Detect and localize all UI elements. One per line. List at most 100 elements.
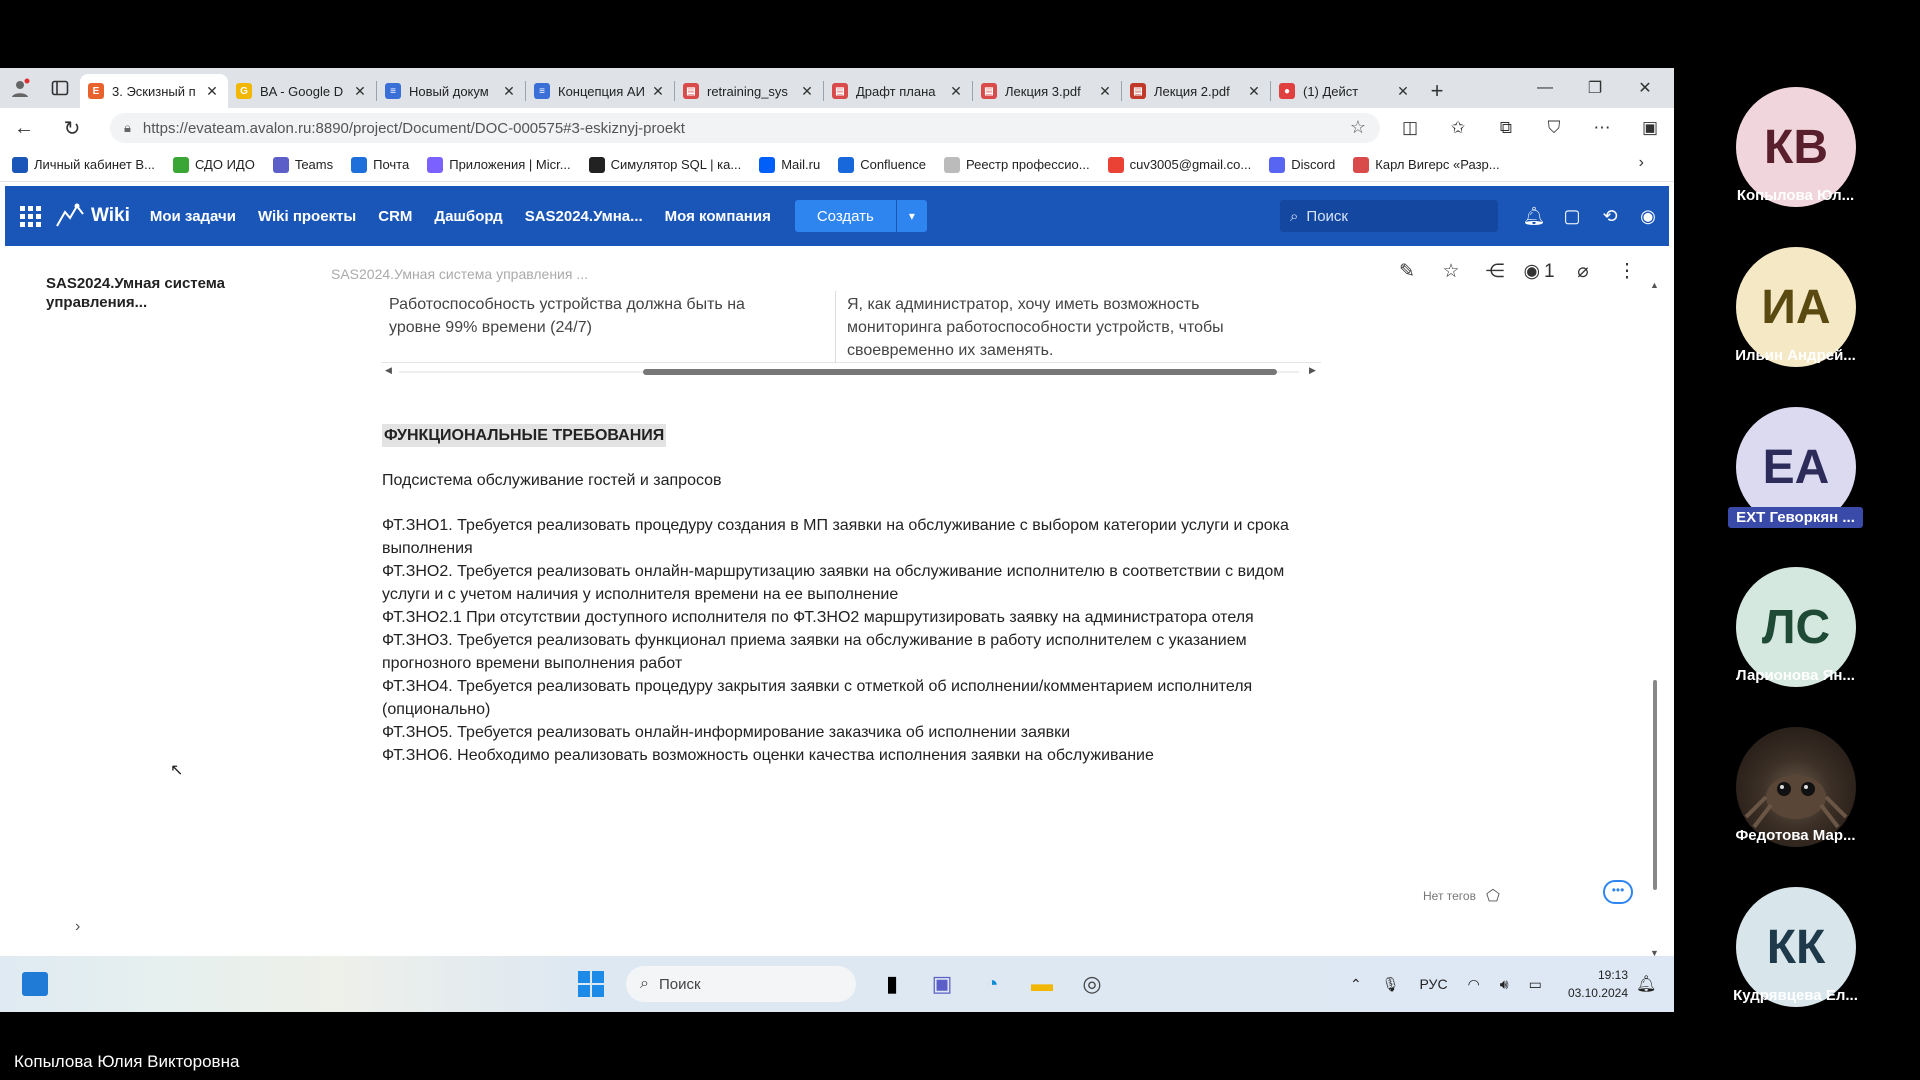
browser-tab[interactable]: ≡ Новый докум ✕ <box>377 74 525 108</box>
more-menu-icon[interactable]: ⋯ <box>1578 118 1626 138</box>
browser-tab[interactable]: G BA - Google D ✕ <box>228 74 376 108</box>
start-icon[interactable] <box>578 971 604 997</box>
participant-tile[interactable]: КВ Копылова Юл... <box>1700 75 1920 235</box>
wiki-logo[interactable]: Wiki <box>55 202 130 230</box>
notifications-icon[interactable]: 🔔︎ <box>1636 974 1656 994</box>
bookmark-item[interactable]: Личный кабинет В... <box>12 156 155 173</box>
nav-link[interactable]: Мои задачи <box>150 208 236 225</box>
bookmark-item[interactable]: Teams <box>272 156 333 173</box>
comments-icon[interactable]: ••• <box>1603 880 1633 904</box>
restore-icon[interactable]: ❐ <box>1570 68 1620 108</box>
taskbar-search-input[interactable]: ⌕ Поиск <box>626 966 856 1002</box>
task-view-icon[interactable]: ▮ <box>872 964 912 1004</box>
tags-area[interactable]: Нет тегов ⬠ <box>1423 886 1500 906</box>
edge-icon[interactable]: ◔ <box>972 964 1012 1004</box>
participant-tile[interactable]: ЕА EXT Геворкян ... <box>1700 395 1920 555</box>
bookmarks-more-icon[interactable]: › <box>1639 154 1644 172</box>
tab-close-icon[interactable]: ✕ <box>204 83 220 100</box>
bookmark-item[interactable]: Реестр профессио... <box>943 156 1090 173</box>
bookmark-item[interactable]: Приложения | Micr... <box>427 156 571 173</box>
bookmark-item[interactable]: Карл Вигерс «Разр... <box>1353 156 1500 173</box>
new-tab-button[interactable]: + <box>1419 74 1455 108</box>
browser-tab[interactable]: ▤ Лекция 2.pdf ✕ <box>1122 74 1270 108</box>
bookmark-item[interactable]: СДО ИДО <box>172 156 255 173</box>
bookmark-item[interactable]: Почта <box>351 156 409 173</box>
participant-tile[interactable]: ИА Ильин Андрей... <box>1700 235 1920 395</box>
collections-icon[interactable]: ⧉ <box>1482 118 1530 138</box>
extensions-icon[interactable]: ⛉ <box>1530 118 1578 138</box>
nav-link[interactable]: Wiki проекты <box>258 208 356 225</box>
back-icon[interactable]: ← <box>0 108 48 148</box>
share-icon[interactable]: ⋲ <box>1473 260 1517 283</box>
reload-icon[interactable]: ↻ <box>48 108 96 148</box>
attachment-icon[interactable]: ⌀ <box>1561 260 1605 283</box>
page-vertical-scrollbar[interactable]: ▲ ▼ <box>1649 280 1661 960</box>
bookmark-item[interactable]: Confluence <box>838 156 926 173</box>
volume-icon[interactable]: 🔊︎ <box>1500 976 1509 993</box>
header-search-input[interactable]: ⌕ Поиск <box>1280 200 1498 232</box>
wifi-icon[interactable]: ◠ <box>1468 976 1480 993</box>
microphone-icon[interactable]: 🎙︎ <box>1382 976 1400 993</box>
tab-close-icon[interactable]: ✕ <box>352 83 368 100</box>
participant-tile[interactable]: ЛС Ларионова Ян... <box>1700 555 1920 715</box>
project-sidebar-title[interactable]: SAS2024.Умная система управления... <box>46 274 246 312</box>
scroll-up-icon[interactable]: ▲ <box>1650 280 1659 290</box>
widgets-icon[interactable] <box>22 972 48 996</box>
nav-link[interactable]: SAS2024.Умна... <box>525 208 643 225</box>
tab-close-icon[interactable]: ✕ <box>1097 83 1113 100</box>
teams-icon[interactable]: ▣ <box>922 964 962 1004</box>
favorite-star-icon[interactable]: ☆ <box>1350 117 1366 138</box>
profile-icon[interactable] <box>0 68 40 108</box>
scroll-thumb[interactable] <box>1653 680 1657 890</box>
breadcrumb[interactable]: SAS2024.Умная система управления ... <box>331 266 588 282</box>
bookmark-item[interactable]: Симулятор SQL | ка... <box>588 156 741 173</box>
browser-tab[interactable]: ▤ Драфт плана ✕ <box>824 74 972 108</box>
notifications-icon[interactable]: 🔔︎ <box>1515 206 1553 227</box>
app-launcher-icon[interactable] <box>5 205 55 227</box>
tab-close-icon[interactable]: ✕ <box>948 83 964 100</box>
tab-close-icon[interactable]: ✕ <box>799 83 815 100</box>
chrome-icon[interactable]: ◎ <box>1072 964 1112 1004</box>
nav-link[interactable]: Дашборд <box>434 208 502 225</box>
bookmark-item[interactable]: Mail.ru <box>759 156 820 173</box>
kebab-menu-icon[interactable]: ⋮ <box>1605 260 1649 283</box>
browser-tab[interactable]: ▤ retraining_sys ✕ <box>675 74 823 108</box>
tab-close-icon[interactable]: ✕ <box>650 83 666 100</box>
history-icon[interactable]: ⟲ <box>1591 206 1629 227</box>
minimize-icon[interactable]: — <box>1520 68 1570 108</box>
nav-link[interactable]: CRM <box>378 208 412 225</box>
file-explorer-icon[interactable]: ▬ <box>1022 964 1062 1004</box>
create-button[interactable]: Создать ▾ <box>794 200 927 232</box>
browser-tab[interactable]: ▤ Лекция 3.pdf ✕ <box>973 74 1121 108</box>
favorites-icon[interactable]: ✩ <box>1434 118 1482 138</box>
bookmark-item[interactable]: cuv3005@gmail.co... <box>1107 156 1251 173</box>
browser-tab[interactable]: ≡ Концепция АИ ✕ <box>526 74 674 108</box>
tab-close-icon[interactable]: ✕ <box>501 83 517 100</box>
tag-icon[interactable]: ⬠ <box>1486 886 1500 906</box>
scroll-left-icon[interactable]: ◀ <box>385 365 392 376</box>
notes-icon[interactable]: ▢ <box>1553 206 1591 227</box>
url-field[interactable]: 🔒︎ https://evateam.avalon.ru:8890/projec… <box>110 113 1380 143</box>
browser-tab[interactable]: ● (1) Дейст ✕ <box>1271 74 1419 108</box>
battery-icon[interactable]: ▭ <box>1529 976 1542 993</box>
edit-icon[interactable]: ✎ <box>1385 260 1429 283</box>
close-window-icon[interactable]: ✕ <box>1620 68 1670 108</box>
participant-tile[interactable]: Федотова Мар... <box>1700 715 1920 875</box>
split-screen-icon[interactable]: ◫ <box>1386 118 1434 138</box>
language-indicator[interactable]: РУС <box>1420 976 1448 992</box>
sidebar-toggle-icon[interactable]: ▣ <box>1626 118 1674 138</box>
participant-tile[interactable]: КК Кудрявцева Ел... <box>1700 875 1920 1035</box>
bookmark-item[interactable]: Discord <box>1269 156 1335 173</box>
browser-tab[interactable]: E 3. Эскизный п ✕ <box>80 74 228 108</box>
sidebar-expand-icon[interactable]: › <box>75 918 80 936</box>
chevron-down-icon[interactable]: ▾ <box>897 209 927 223</box>
tab-close-icon[interactable]: ✕ <box>1246 83 1262 100</box>
scroll-thumb[interactable] <box>643 369 1277 375</box>
scroll-right-icon[interactable]: ▶ <box>1309 365 1316 376</box>
star-icon[interactable]: ☆ <box>1429 260 1473 283</box>
tab-actions-icon[interactable] <box>40 68 80 108</box>
user-avatar-icon[interactable]: ◉ <box>1629 206 1667 227</box>
table-horizontal-scrollbar[interactable]: ◀ ▶ <box>381 365 1321 377</box>
nav-link[interactable]: Моя компания <box>665 208 771 225</box>
clock[interactable]: 19:13 03.10.2024 <box>1560 966 1628 1002</box>
